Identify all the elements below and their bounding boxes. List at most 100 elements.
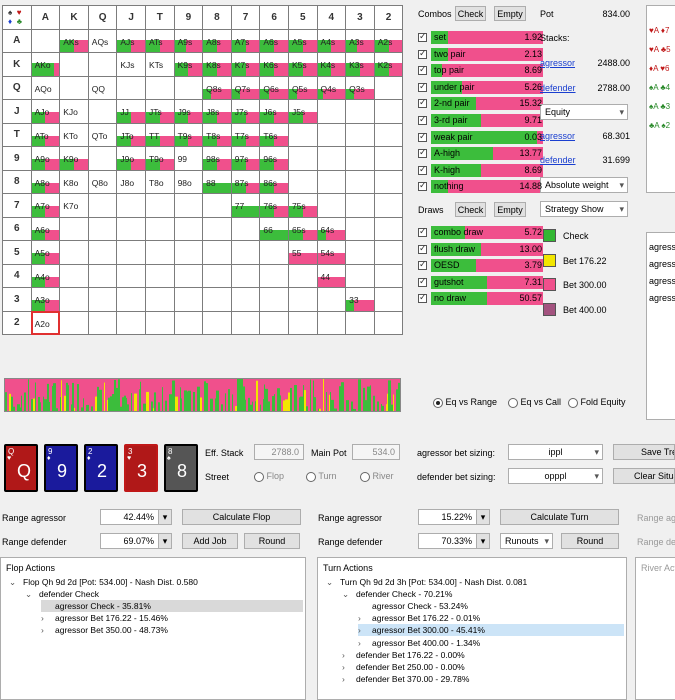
expand-toggle-icon[interactable]: › <box>41 612 55 624</box>
expand-toggle-icon[interactable]: › <box>358 637 372 649</box>
hand-cell[interactable]: TT <box>144 122 175 147</box>
hand-cell[interactable] <box>116 75 146 100</box>
tree-node[interactable]: ⌄ defender Check <box>25 588 303 600</box>
hand-cell[interactable]: 98o <box>173 169 204 194</box>
hand-cell[interactable]: A7o <box>30 193 61 218</box>
hand-cell[interactable]: ATo <box>30 122 61 147</box>
draws-empty-button[interactable]: Empty <box>494 202 526 217</box>
hand-cell[interactable]: JJ <box>116 99 146 124</box>
hand-cell[interactable] <box>59 263 89 288</box>
defender-equity-link[interactable]: defender <box>540 155 576 165</box>
hand-cell[interactable] <box>173 216 204 241</box>
hand-cell[interactable] <box>59 52 89 77</box>
hand-cell[interactable]: A9s <box>173 28 204 53</box>
tree-node[interactable]: agressor Check - 35.81% <box>41 600 303 613</box>
hand-cell[interactable] <box>316 99 347 124</box>
flop-range-agressor-dropdown[interactable]: ▾ <box>158 509 172 525</box>
combos-empty-button[interactable]: Empty <box>494 6 526 21</box>
category-checkbox[interactable] <box>418 259 427 271</box>
category-checkbox[interactable] <box>418 81 427 92</box>
runouts-select[interactable]: Runouts <box>500 533 553 549</box>
category-row[interactable]: two pair 2.13 <box>418 47 543 61</box>
suit-filter-3[interactable]: ♣ <box>17 17 26 26</box>
hand-cell[interactable]: K9o <box>59 146 89 171</box>
hand-cell[interactable] <box>287 263 318 288</box>
hand-cell[interactable] <box>230 310 261 335</box>
tree-node[interactable]: › agressor Bet 176.22 - 15.46% <box>41 612 303 624</box>
category-checkbox[interactable] <box>418 164 427 175</box>
expand-toggle-icon[interactable]: ⌄ <box>9 576 23 588</box>
hand-cell[interactable]: 44 <box>316 263 347 288</box>
hand-cell[interactable]: 55 <box>287 240 318 265</box>
turn-range-agressor-dropdown[interactable]: ▾ <box>476 509 490 525</box>
hand-cell[interactable]: A4s <box>316 28 347 53</box>
hand-cell[interactable]: 54s <box>316 240 347 265</box>
expand-toggle-icon[interactable]: ⌄ <box>326 576 340 588</box>
hand-cell[interactable] <box>345 99 375 124</box>
hand-cell[interactable] <box>373 122 404 147</box>
hand-cell[interactable] <box>202 310 232 335</box>
hand-cell[interactable] <box>373 287 404 312</box>
hand-cell[interactable]: ATs <box>144 28 175 53</box>
category-checkbox[interactable] <box>418 64 427 76</box>
hand-cell[interactable] <box>144 287 175 312</box>
hand-cell[interactable]: K2s <box>373 52 404 77</box>
category-checkbox[interactable] <box>418 131 427 142</box>
hand-cell[interactable]: T8o <box>144 169 175 194</box>
tree-node[interactable]: ⌄ defender Check - 70.21% <box>342 588 624 600</box>
board-card[interactable]: 9 ♦ 9 <box>44 444 78 492</box>
hand-cell[interactable] <box>87 240 118 265</box>
hand-cell[interactable] <box>230 216 261 241</box>
hand-cell[interactable] <box>59 240 89 265</box>
hand-cell[interactable]: 96s <box>259 146 289 171</box>
hand-cell[interactable] <box>173 263 204 288</box>
expand-toggle-icon[interactable]: › <box>342 673 356 685</box>
tree-node[interactable]: › defender Bet 176.22 - 0.00% <box>342 649 624 661</box>
hand-cell[interactable]: Q8o <box>87 169 118 194</box>
hand-cell[interactable] <box>116 287 146 312</box>
hand-cell[interactable]: K7s <box>230 52 261 77</box>
agressor-sizing-select[interactable]: ippl <box>508 444 603 460</box>
turn-range-defender-dropdown[interactable]: ▾ <box>476 533 490 549</box>
hand-cell[interactable]: A9o <box>30 146 61 171</box>
flop-range-defender-field[interactable]: 69.07% <box>100 533 159 549</box>
hand-cell[interactable] <box>59 75 89 100</box>
hand-cell[interactable] <box>345 310 375 335</box>
suit-filter-1[interactable]: ♥ <box>17 8 26 17</box>
hand-combo[interactable]: ♠A ♣3 <box>649 102 670 111</box>
expand-toggle-icon[interactable]: ⌄ <box>342 588 356 600</box>
clear-situation-button[interactable]: Clear Situa <box>613 468 675 484</box>
hand-cell[interactable]: J7s <box>230 99 261 124</box>
hand-cell[interactable] <box>59 216 89 241</box>
street-river-option[interactable]: River <box>360 471 394 482</box>
category-row[interactable]: A-high 13.77 <box>418 147 543 161</box>
expand-toggle-icon[interactable]: › <box>358 612 372 624</box>
hand-cell[interactable] <box>173 287 204 312</box>
expand-toggle-icon[interactable]: › <box>342 661 356 673</box>
flop-range-defender-dropdown[interactable]: ▾ <box>158 533 172 549</box>
hand-cell[interactable]: J6s <box>259 99 289 124</box>
hand-cell[interactable] <box>144 75 175 100</box>
board-card[interactable]: 2 ♦ 2 <box>84 444 118 492</box>
hand-cell[interactable] <box>373 310 404 335</box>
hand-cell[interactable] <box>116 193 146 218</box>
hand-cell[interactable]: A5s <box>287 28 318 53</box>
suit-filter-2[interactable]: ♦ <box>8 17 17 26</box>
suit-filter-0[interactable]: ♠ <box>8 8 17 17</box>
hand-cell[interactable] <box>345 169 375 194</box>
hand-cell[interactable]: J5s <box>287 99 318 124</box>
fold-equity-radio[interactable] <box>568 397 578 408</box>
hand-cell[interactable]: K7o <box>59 193 89 218</box>
category-checkbox[interactable] <box>418 31 427 42</box>
hand-cell[interactable] <box>316 310 347 335</box>
hand-cell[interactable]: Q6s <box>259 75 289 100</box>
category-row[interactable]: under pair 5.26 <box>418 80 543 94</box>
hand-cell[interactable]: Q5s <box>287 75 318 100</box>
hand-cell[interactable]: KJs <box>116 52 146 77</box>
hand-cell[interactable]: A4o <box>30 263 61 288</box>
hand-cell[interactable] <box>87 193 118 218</box>
hand-cell[interactable] <box>287 310 318 335</box>
hand-cell[interactable]: KTs <box>144 52 175 77</box>
hand-cell[interactable]: A5o <box>30 240 61 265</box>
hand-cell[interactable]: 98s <box>202 146 232 171</box>
